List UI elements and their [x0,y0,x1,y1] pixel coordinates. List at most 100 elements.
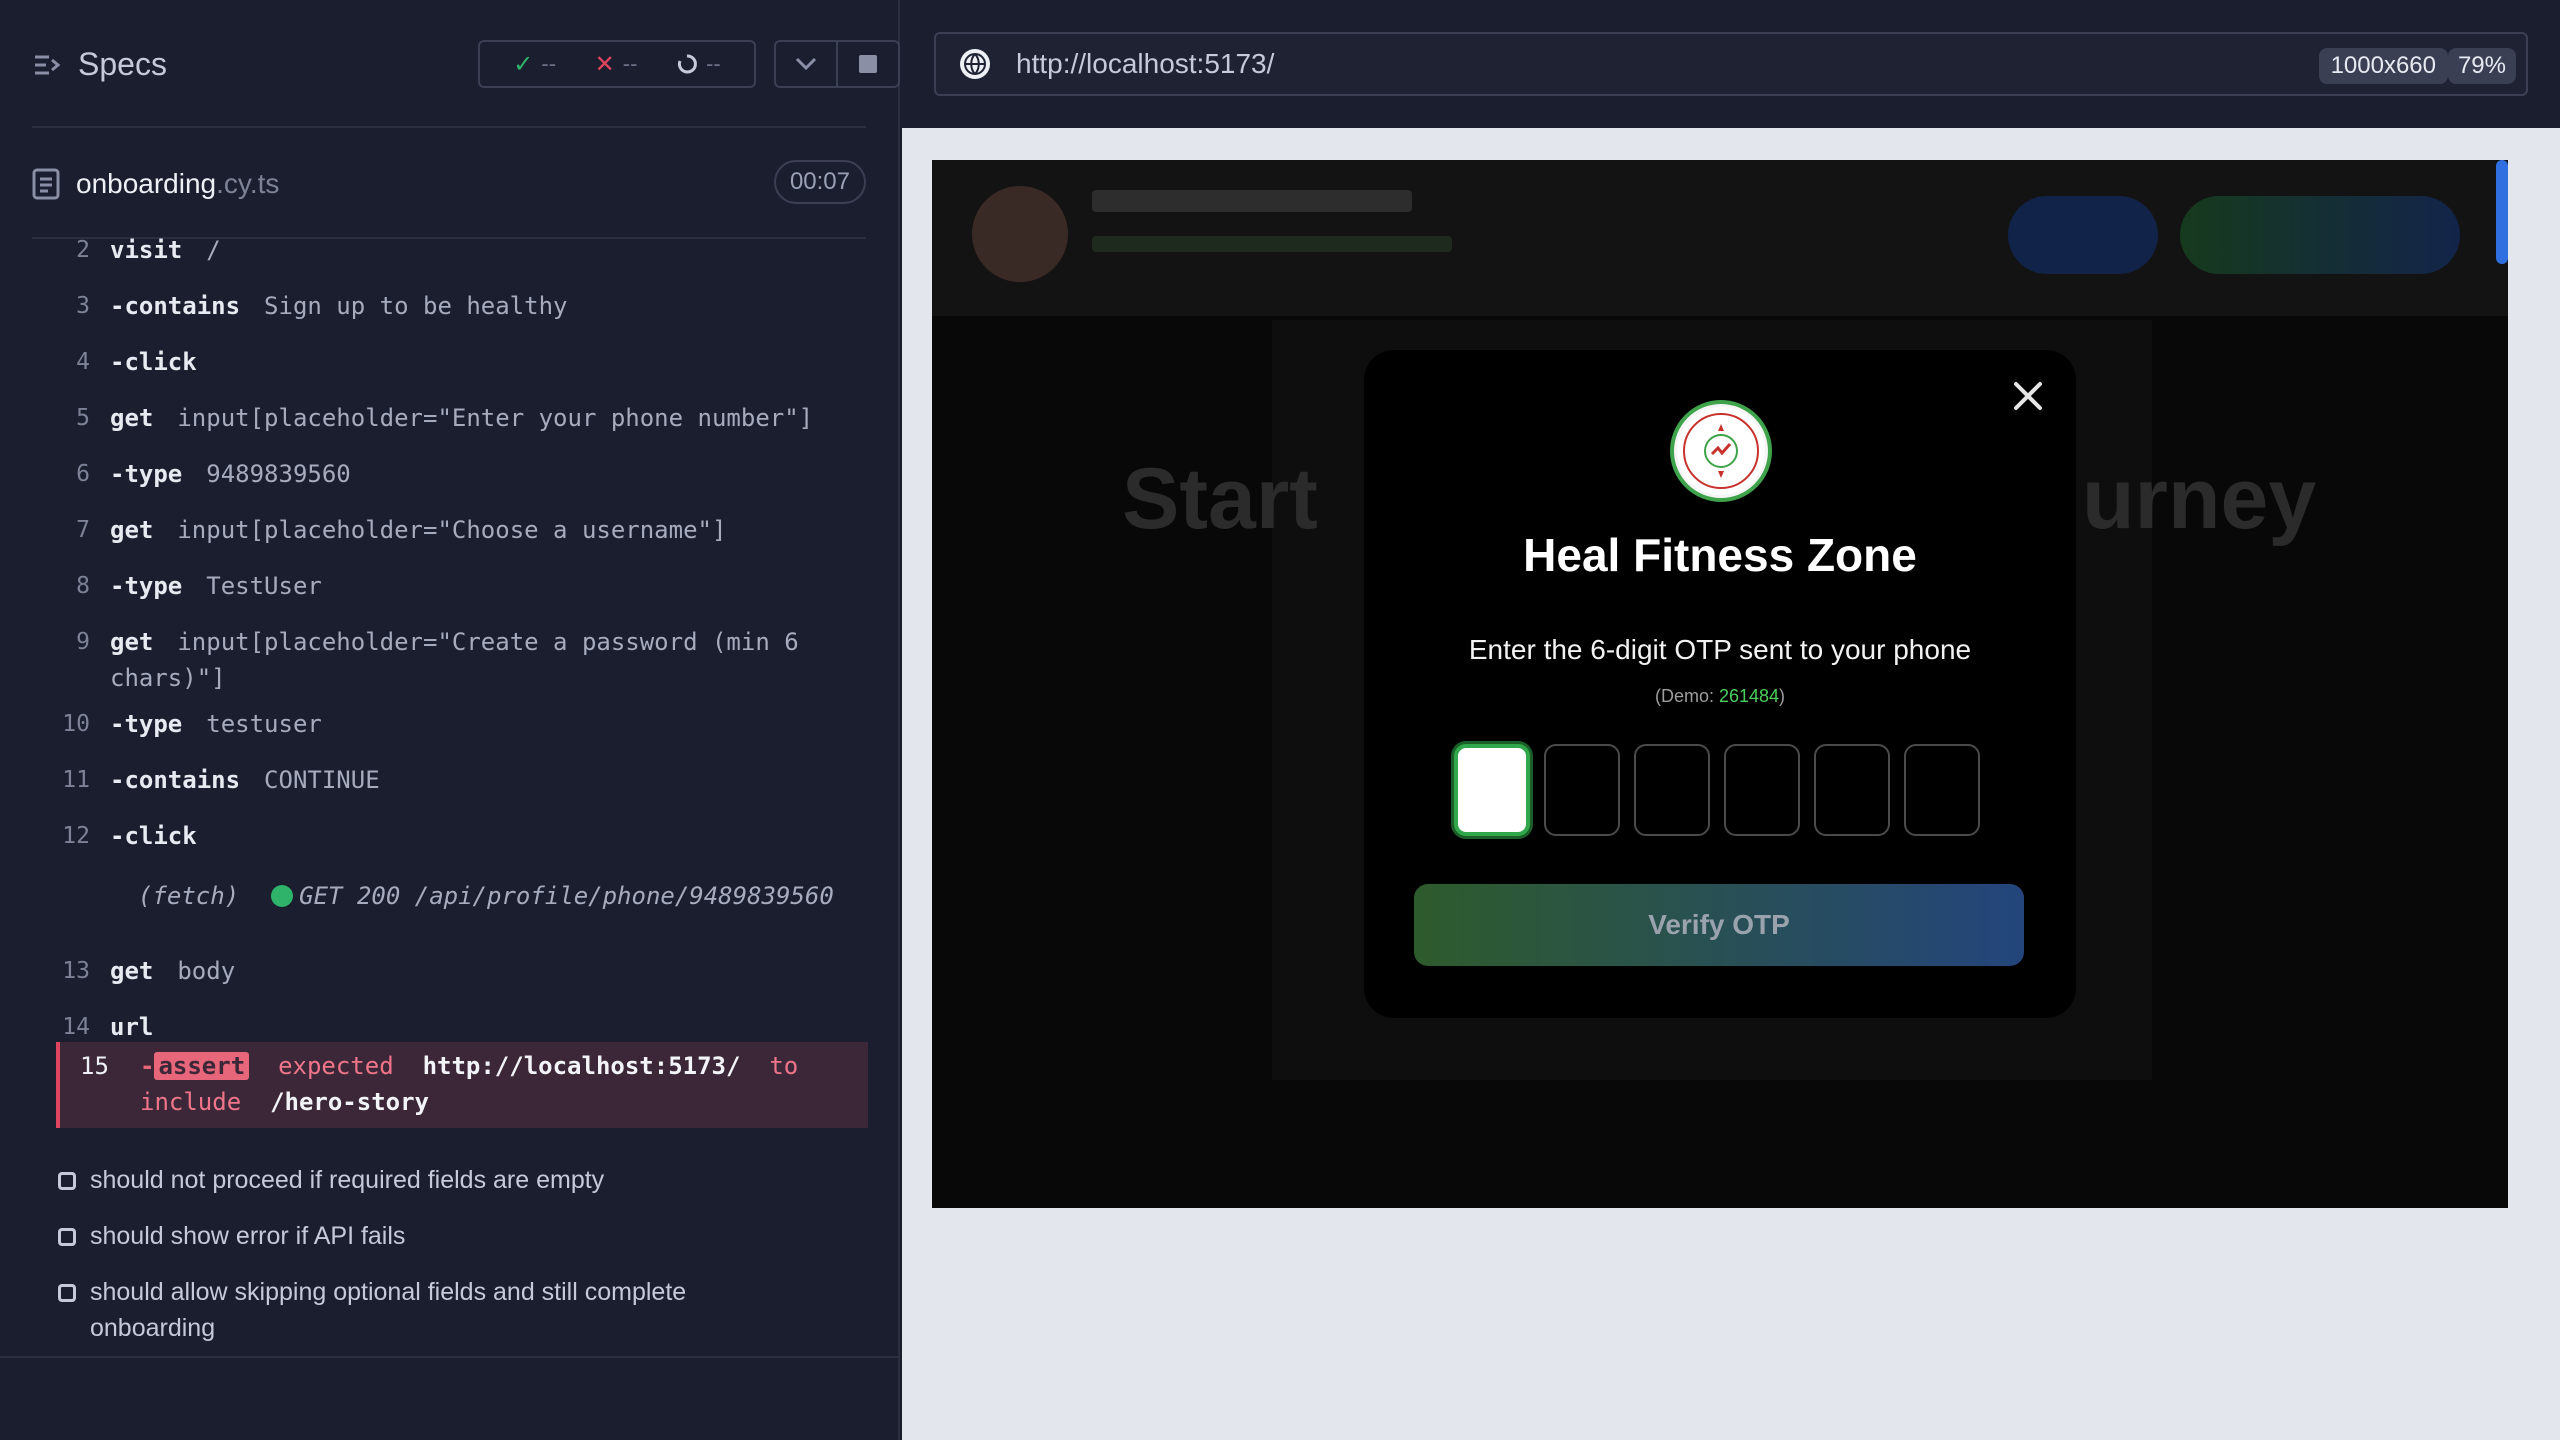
demo-code: 261484 [1718,686,1780,706]
run-controls [774,40,900,88]
command-name: type [124,572,183,600]
file-icon [32,168,60,200]
signup-button[interactable] [2180,196,2460,274]
app-preview-panel: http://localhost:5173/ 1000x660 79% Star… [902,0,2560,1440]
otp-inputs [1454,744,1984,836]
command-row[interactable]: 7 get input[placeholder="Choose a username… [58,512,868,548]
command-row[interactable]: 9 get input[placeholder="Create a password… [58,624,868,696]
spec-file-row[interactable]: onboarding .cy.ts 00:07 [32,160,866,208]
fetch-text: GET 200 /api/profile/phone/9489839560 [299,882,834,910]
otp-digit-3[interactable] [1634,744,1710,836]
url-text: http://localhost:5173/ [1016,48,1275,79]
command-body: -contains CONTINUE [110,766,380,794]
command-body: -type testuser [110,710,322,738]
fetch-label: (fetch) [138,882,240,910]
command-row[interactable]: 11 -contains CONTINUE [58,762,868,798]
otp-digit-2[interactable] [1544,744,1620,836]
command-body: -type TestUser [110,572,322,600]
specs-header: Specs ✓ -- ✕ -- -- [32,36,900,96]
command-row[interactable]: 8 -type TestUser [58,568,868,604]
test-pending-icon [58,1172,76,1190]
command-number: 7 [76,517,90,543]
test-item[interactable]: should allow skipping optional fields an… [58,1274,818,1346]
command-body: -contains Sign up to be healthy [110,292,568,320]
command-number: 15 [80,1052,109,1080]
modal-title: Heal Fitness Zone [1523,529,1917,581]
command-arg: Sign up to be healthy [264,292,568,320]
viewport-size-badge[interactable]: 1000x660 [2318,48,2448,84]
command-name: get [110,516,154,544]
url-bar[interactable]: http://localhost:5173/ 1000x660 79% [934,32,2528,96]
pending-stat: -- [676,51,721,77]
command-arg: TestUser [206,572,322,600]
fetch-log-row[interactable]: (fetch) GET 200 /api/profile/phone/94898… [138,882,834,910]
command-row[interactable]: 12 -click [58,818,868,854]
command-body: get body [110,953,850,989]
otp-digit-6[interactable] [1904,744,1980,836]
command-row[interactable]: 5 get input[placeholder="Enter your phone … [58,400,868,436]
otp-digit-4[interactable] [1724,744,1800,836]
command-arg: / [206,236,221,264]
command-number: 5 [76,405,90,431]
command-body: get input[placeholder="Choose a username"… [110,512,850,548]
app-brand-subtitle [1092,236,1452,252]
app-iframe: Start urney Heal Fitness Zone Enter the … [932,160,2508,1208]
test-item[interactable]: should not proceed if required fields ar… [58,1162,818,1198]
stop-button[interactable] [838,42,898,86]
app-logo [972,186,1068,282]
status-dot-icon [271,885,294,907]
command-row[interactable]: 2 visit / [58,232,868,268]
stop-icon [859,55,877,73]
command-arg: 9489839560 [206,460,351,488]
command-body: url [110,1009,850,1045]
verify-otp-button[interactable]: Verify OTP [1414,884,2024,966]
scrollbar[interactable] [2496,160,2508,264]
command-row[interactable]: 13 get body [58,953,868,989]
otp-modal: Heal Fitness Zone Enter the 6-digit OTP … [1364,350,2076,1018]
app-brand-title [1092,190,1412,212]
zoom-badge[interactable]: 79% [2447,48,2516,84]
test-stats: ✓ -- ✕ -- -- [478,40,756,88]
hero-heading-right: urney [2082,451,2317,547]
divider [32,126,866,128]
chevron-down-icon [795,57,817,71]
specs-toggle[interactable]: Specs [32,46,167,83]
command-row[interactable]: 6 -type 9489839560 [58,456,868,492]
cross-icon: ✕ [594,50,615,78]
command-name: get [110,628,154,656]
command-body: get input[placeholder="Create a password … [110,624,850,696]
brand-logo [1670,400,1772,502]
command-number: 11 [62,767,90,793]
command-arg: testuser [206,710,322,738]
command-name: contains [124,766,241,794]
command-name: type [124,710,183,738]
command-row[interactable]: 14 url [58,1009,868,1045]
command-number: 6 [76,461,90,487]
command-number: 2 [76,237,90,263]
command-row[interactable]: 10 -type testuser [58,706,868,742]
url-strip: http://localhost:5173/ 1000x660 79% [902,0,2560,128]
divider [0,1356,900,1358]
command-arg: body [177,957,236,985]
test-item[interactable]: should show error if API fails [58,1218,818,1254]
spec-file-name: onboarding [76,168,217,199]
command-number: 10 [62,711,90,737]
command-row[interactable]: 4 -click [58,344,868,380]
assertion-line-2: include /hero-story [140,1088,430,1116]
specs-title: Specs [78,46,167,82]
test-pending-icon [58,1284,76,1302]
command-row[interactable]: 3 -contains Sign up to be healthy [58,288,868,324]
passed-stat: ✓ -- [513,50,557,78]
close-icon[interactable] [2008,376,2048,416]
hero-heading-left: Start [1122,451,1318,547]
login-button[interactable] [2008,196,2158,274]
collapse-button[interactable] [776,42,838,86]
otp-digit-1[interactable] [1454,744,1530,836]
command-name: type [124,460,183,488]
failed-assertion-row[interactable]: 15 - assert expected http://localhost:517… [56,1042,868,1128]
demo-code-hint: (Demo: 261484) [1654,686,1786,706]
otp-digit-5[interactable] [1814,744,1890,836]
command-body: -type 9489839560 [110,460,351,488]
command-body: visit / [110,232,850,268]
assert-badge: assert [154,1052,250,1080]
